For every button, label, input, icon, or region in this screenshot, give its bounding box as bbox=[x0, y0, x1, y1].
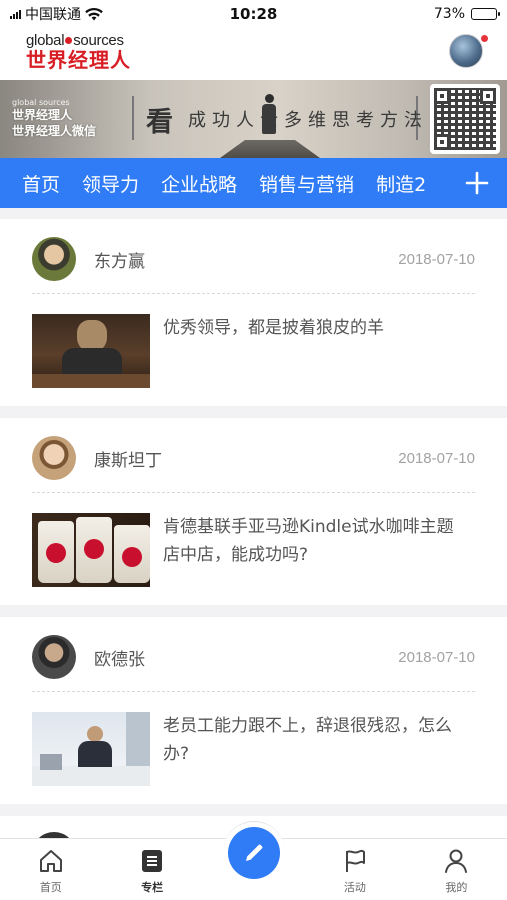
logo-dot-icon bbox=[65, 37, 73, 44]
status-time: 10:28 bbox=[229, 5, 278, 23]
status-left: 中国联通 bbox=[10, 4, 103, 24]
card-header: 欧德张 2018-07-10 bbox=[32, 635, 475, 679]
article-title[interactable]: 肯德基联手亚马逊Kindle试水咖啡主题店中店，能成功吗? bbox=[163, 513, 467, 569]
app-header: global sources 世界经理人 bbox=[0, 28, 507, 80]
battery-percent: 73% bbox=[433, 6, 465, 22]
banner-brand-small: global sources bbox=[12, 98, 70, 107]
qr-code-icon bbox=[430, 84, 500, 154]
banner-platform-graphic bbox=[220, 140, 320, 158]
app-logo[interactable]: global sources 世界经理人 bbox=[26, 32, 131, 71]
notification-dot bbox=[481, 35, 488, 42]
author-name[interactable]: 欧德张 bbox=[94, 645, 145, 670]
logo-en-left: global bbox=[26, 32, 65, 49]
column-icon bbox=[142, 850, 163, 872]
tabbar-activity-label: 活动 bbox=[343, 881, 366, 894]
article-thumbnail[interactable] bbox=[32, 314, 150, 388]
tab-sales-marketing[interactable]: 销售与营销 bbox=[248, 170, 365, 197]
tab-manufacturing[interactable]: 制造2 bbox=[365, 170, 437, 197]
battery-icon bbox=[471, 8, 500, 20]
article-card[interactable]: 康斯坦丁 2018-07-10 肯德基联手亚马逊Kindle试水咖啡主题店中店，… bbox=[0, 418, 507, 605]
tabbar-home-label: 首页 bbox=[39, 881, 62, 894]
author-avatar[interactable] bbox=[32, 436, 76, 480]
article-title[interactable]: 老员工能力跟不上，辞退很残忍，怎么办? bbox=[163, 712, 467, 768]
wifi-icon bbox=[85, 7, 103, 20]
card-header: 东方赢 2018-07-10 bbox=[32, 237, 475, 281]
tabbar-profile-label: 我的 bbox=[445, 881, 468, 894]
author-name[interactable]: 康斯坦丁 bbox=[94, 446, 162, 471]
tabbar-column-label: 专栏 bbox=[141, 881, 164, 894]
article-card[interactable]: 东方赢 2018-07-10 优秀领导，都是披着狼皮的羊 bbox=[0, 219, 507, 406]
author-avatar[interactable] bbox=[32, 635, 76, 679]
flag-icon bbox=[345, 849, 365, 872]
post-date: 2018-07-10 bbox=[398, 250, 475, 268]
article-title[interactable]: 优秀领导，都是披着狼皮的羊 bbox=[163, 314, 467, 342]
tabbar-home[interactable]: 首页 bbox=[0, 839, 101, 900]
banner-brand-line1: 世界经理人 bbox=[12, 108, 73, 122]
card-divider bbox=[32, 691, 475, 692]
logo-en-right: sources bbox=[73, 32, 124, 49]
tabbar-profile[interactable]: 我的 bbox=[406, 839, 507, 900]
pencil-icon bbox=[245, 844, 262, 861]
home-icon bbox=[39, 850, 62, 872]
promo-banner[interactable]: global sources 世界经理人 世界经理人微信 看 成功人士多维思考方… bbox=[0, 80, 507, 158]
card-divider bbox=[32, 492, 475, 493]
logo-english: global sources bbox=[26, 32, 131, 49]
carrier-label: 中国联通 bbox=[25, 7, 81, 23]
compose-button[interactable] bbox=[227, 827, 280, 879]
banner-brand-line2: 世界经理人微信 bbox=[12, 124, 97, 138]
person-icon bbox=[445, 849, 468, 873]
card-header: 康斯坦丁 2018-07-10 bbox=[32, 436, 475, 480]
author-name[interactable]: 东方赢 bbox=[94, 247, 145, 272]
banner-big-char: 看 bbox=[146, 107, 173, 138]
category-tabs: 首页 领导力 企业战略 销售与营销 制造2 bbox=[0, 158, 507, 208]
article-card[interactable]: 欧德张 2018-07-10 老员工能力跟不上，辞退很残忍，怎么办? bbox=[0, 617, 507, 804]
card-divider bbox=[32, 293, 475, 294]
post-date: 2018-07-10 bbox=[398, 648, 475, 666]
bottom-tab-bar: 首页 专栏 活动 我的 bbox=[0, 821, 507, 900]
signal-icon bbox=[10, 9, 21, 19]
author-avatar[interactable] bbox=[32, 237, 76, 281]
user-avatar[interactable] bbox=[449, 34, 483, 68]
tabbar-compose bbox=[203, 821, 304, 900]
article-thumbnail[interactable] bbox=[32, 513, 150, 587]
tab-leadership[interactable]: 领导力 bbox=[71, 170, 150, 197]
tab-home[interactable]: 首页 bbox=[0, 170, 71, 197]
add-tab-button[interactable] bbox=[447, 158, 507, 208]
banner-brand: global sources 世界经理人 世界经理人微信 bbox=[12, 98, 96, 139]
article-thumbnail[interactable] bbox=[32, 712, 150, 786]
status-right: 73% bbox=[433, 6, 500, 22]
article-feed: 东方赢 2018-07-10 优秀领导，都是披着狼皮的羊 康斯坦丁 2018-0… bbox=[0, 219, 507, 862]
tabbar-activity[interactable]: 活动 bbox=[304, 839, 405, 900]
plus-icon bbox=[465, 171, 489, 195]
status-bar: 中国联通 10:28 73% bbox=[0, 0, 507, 28]
tabbar-column[interactable]: 专栏 bbox=[101, 839, 202, 900]
tab-strategy[interactable]: 企业战略 bbox=[150, 170, 248, 197]
post-date: 2018-07-10 bbox=[398, 449, 475, 467]
logo-chinese: 世界经理人 bbox=[26, 48, 131, 72]
banner-slogan: 成功人士多维思考方法 bbox=[188, 110, 428, 131]
